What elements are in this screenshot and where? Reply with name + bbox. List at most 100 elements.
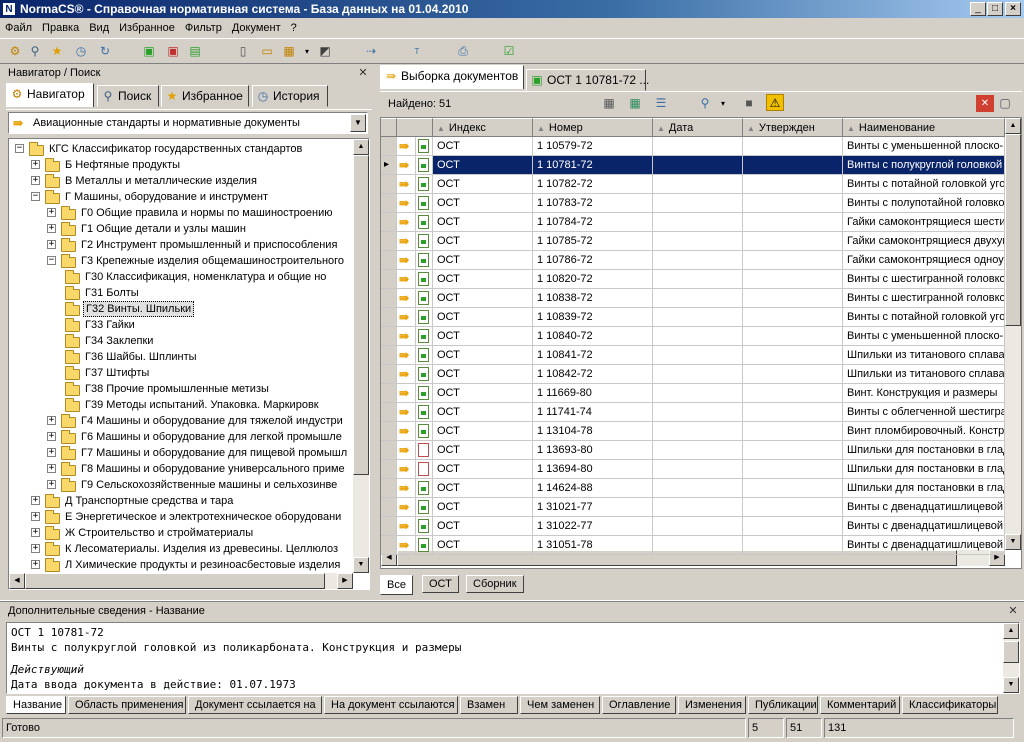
expand-icon[interactable]: + xyxy=(47,240,56,249)
details-tab[interactable]: Классификаторы xyxy=(902,696,998,714)
details-tab[interactable]: Оглавление xyxy=(602,696,676,714)
expand-icon[interactable]: + xyxy=(31,496,40,505)
details-scroll-down[interactable]: ▼ xyxy=(1003,677,1019,693)
tree-scroll-left[interactable]: ◀ xyxy=(9,573,25,589)
menu-item[interactable]: ? xyxy=(286,18,302,38)
table-row[interactable]: ⇛ ОСТ 1 10820-72 Винты с шестигранной голов… xyxy=(381,270,1005,289)
close-selection-icon[interactable]: ✕ xyxy=(976,95,994,112)
expand-icon[interactable]: + xyxy=(31,560,40,569)
expand-icon[interactable]: + xyxy=(31,176,40,185)
tree-node[interactable]: + Г0 Общие правила и нормы по машинострое… xyxy=(9,205,353,221)
tree-node[interactable]: − Г3 Крепежные изделия общемашиностроител… xyxy=(9,253,353,269)
details-tab[interactable]: На документ ссылаются xyxy=(324,696,458,714)
tab-favorites[interactable]: ★ Избранное xyxy=(161,85,249,107)
tree-node[interactable]: Г32 Винты. Шпильки xyxy=(9,301,353,317)
collapse-icon[interactable]: − xyxy=(47,256,56,265)
warning-icon[interactable]: ⚠ xyxy=(766,94,784,111)
table-row[interactable]: ⇛ ОСТ 1 10785-72 Гайки самоконтрящиеся двух… xyxy=(381,232,1005,251)
table-row[interactable]: ⇛ ОСТ 1 31022-77 Винты с двенадцатишлицевой… xyxy=(381,517,1005,536)
grid-scroll-up[interactable]: ▲ xyxy=(1005,118,1021,134)
restore-panel-icon[interactable]: ▢ xyxy=(996,95,1014,112)
tree-node[interactable]: Г30 Классификация, номенклатура и общие … xyxy=(9,269,353,285)
tab-history[interactable]: ◷ История xyxy=(252,85,328,107)
table-row[interactable]: ⇛ ОСТ 1 10783-72 Винты с полупотайной голов… xyxy=(381,194,1005,213)
tree-scroll-thumb[interactable] xyxy=(353,155,369,475)
refresh-toolbar-icon[interactable]: ↻ xyxy=(96,43,114,60)
tree-node[interactable]: + Д Транспортные средства и тара xyxy=(9,493,353,509)
search-toolbar-icon[interactable]: ⚲ xyxy=(26,43,44,60)
copy-toolbar-icon[interactable]: ▭ xyxy=(258,43,276,60)
find-in-list-icon[interactable]: ⚲ xyxy=(696,95,714,112)
tree-node[interactable]: Г34 Заклепки xyxy=(9,333,353,349)
menu-item[interactable]: Файл xyxy=(0,18,37,38)
table-row[interactable]: ⇛ ОСТ 1 10840-72 Винты с уменьшенной плоско… xyxy=(381,327,1005,346)
table-row[interactable]: ⇛ ОСТ 1 13694-80 Шпильки для постановки в г… xyxy=(381,460,1005,479)
details-tab[interactable]: Комментарий xyxy=(820,696,900,714)
tree-node[interactable]: + Л Химические продукты и резиноасбестовы… xyxy=(9,557,353,573)
history-toolbar-icon[interactable]: ◷ xyxy=(72,43,90,60)
table-row[interactable]: ⇛ ОСТ 1 10838-72 Винты с шестигранной голов… xyxy=(381,289,1005,308)
table-row[interactable]: ▸ ⇛ ОСТ 1 10781-72 Винты с полукруглой голов… xyxy=(381,156,1005,175)
check-toolbar-icon[interactable]: ☑ xyxy=(500,43,518,60)
details-vscrollbar[interactable]: ▲ ▼ xyxy=(1003,623,1019,693)
expand-icon[interactable]: + xyxy=(31,160,40,169)
grid-icon[interactable]: ▦ xyxy=(626,95,644,112)
text-toolbar-icon[interactable]: Т xyxy=(408,43,426,60)
tree-node[interactable]: + Г6 Машины и оборудование для легкой про… xyxy=(9,429,353,445)
details-scroll-up[interactable]: ▲ xyxy=(1003,623,1019,639)
column-header[interactable]: ▲ Дата xyxy=(653,118,743,137)
export-toolbar-icon[interactable]: ⇢ xyxy=(362,43,380,60)
expand-icon[interactable]: + xyxy=(47,448,56,457)
tree-node[interactable]: + Г1 Общие детали и узлы машин xyxy=(9,221,353,237)
expand-icon[interactable]: + xyxy=(31,512,40,521)
tree-node[interactable]: + Г7 Машины и оборудование для пищевой пр… xyxy=(9,445,353,461)
table-row[interactable]: ⇛ ОСТ 1 10786-72 Гайки самоконтрящиеся одно… xyxy=(381,251,1005,270)
maximize-icon[interactable]: □ xyxy=(987,2,1003,16)
tree-node[interactable]: + Г8 Машины и оборудование универсального… xyxy=(9,461,353,477)
tab-search[interactable]: ⚲ Поиск xyxy=(97,85,159,107)
tree-scroll-up[interactable]: ▲ xyxy=(353,139,369,155)
tab-ost[interactable]: ОСТ xyxy=(422,575,459,593)
list-icon[interactable]: ☰ xyxy=(652,95,670,112)
columns-icon[interactable]: ▦ xyxy=(600,95,618,112)
printer-icon[interactable]: ■ xyxy=(740,95,758,112)
tree-node[interactable]: + Г9 Сельскохозяйственные машины и сельхо… xyxy=(9,477,353,493)
details-close-icon[interactable]: ✕ xyxy=(1006,604,1020,618)
tree-node[interactable]: Г31 Болты xyxy=(9,285,353,301)
tree-node[interactable]: Г37 Штифты xyxy=(9,365,353,381)
column-header[interactable]: ▲ Утвержден xyxy=(743,118,843,137)
table-row[interactable]: ⇛ ОСТ 1 31021-77 Винты с двенадцатишлицевой… xyxy=(381,498,1005,517)
page-toolbar-icon[interactable]: ▯ xyxy=(234,43,252,60)
menu-item[interactable]: Документ xyxy=(227,18,286,38)
menu-item[interactable]: Фильтр xyxy=(180,18,227,38)
column-header[interactable]: ▲ Наименование xyxy=(843,118,1005,137)
green-doc-toolbar-icon[interactable]: ▣ xyxy=(140,43,158,60)
expand-icon[interactable]: + xyxy=(47,416,56,425)
menu-item[interactable]: Избранное xyxy=(114,18,180,38)
tree-node[interactable]: + В Металлы и металлические изделия xyxy=(9,173,353,189)
tree-node[interactable]: + Г4 Машины и оборудование для тяжелой ин… xyxy=(9,413,353,429)
tab-collection[interactable]: Сборник xyxy=(466,575,524,593)
navigator-close-icon[interactable]: ✕ xyxy=(356,66,370,80)
expand-icon[interactable]: + xyxy=(47,432,56,441)
details-tab[interactable]: Изменения xyxy=(678,696,746,714)
table-row[interactable]: ⇛ ОСТ 1 31051-78 Винты с двенадцатишлицевой… xyxy=(381,536,1005,555)
table-row[interactable]: ⇛ ОСТ 1 13693-80 Шпильки для постановки в г… xyxy=(381,441,1005,460)
tree-node[interactable]: Г39 Методы испытаний. Упаковка. Маркиров… xyxy=(9,397,353,413)
grid-vscrollbar[interactable]: ▲ ▼ xyxy=(1005,118,1021,550)
red-doc-toolbar-icon[interactable]: ▣ xyxy=(164,43,182,60)
tree-scroll-right[interactable]: ▶ xyxy=(337,573,353,589)
table-row[interactable]: ⇛ ОСТ 1 11741-74 Винты с облегченной шестиг… xyxy=(381,403,1005,422)
grid-scroll-down[interactable]: ▼ xyxy=(1005,534,1021,550)
table-row[interactable]: ⇛ ОСТ 1 10579-72 Винты с уменьшенной плоско… xyxy=(381,137,1005,156)
details-tab[interactable]: Чем заменен xyxy=(520,696,600,714)
tab-navigator[interactable]: ⚙ Навигатор xyxy=(6,83,94,107)
table-row[interactable]: ⇛ ОСТ 1 10839-72 Винты с потайной головкой … xyxy=(381,308,1005,327)
tab-document-selection[interactable]: ⇛ Выборка документов xyxy=(380,65,524,89)
details-tab[interactable]: Область применения xyxy=(68,696,186,714)
details-tab[interactable]: Документ ссылается на xyxy=(188,696,322,714)
expand-icon[interactable]: + xyxy=(47,480,56,489)
tree-node[interactable]: + Г2 Инструмент промышленный и приспособл… xyxy=(9,237,353,253)
navigator-toggle-icon[interactable]: ⚙ xyxy=(6,43,24,60)
expand-icon[interactable]: + xyxy=(31,544,40,553)
